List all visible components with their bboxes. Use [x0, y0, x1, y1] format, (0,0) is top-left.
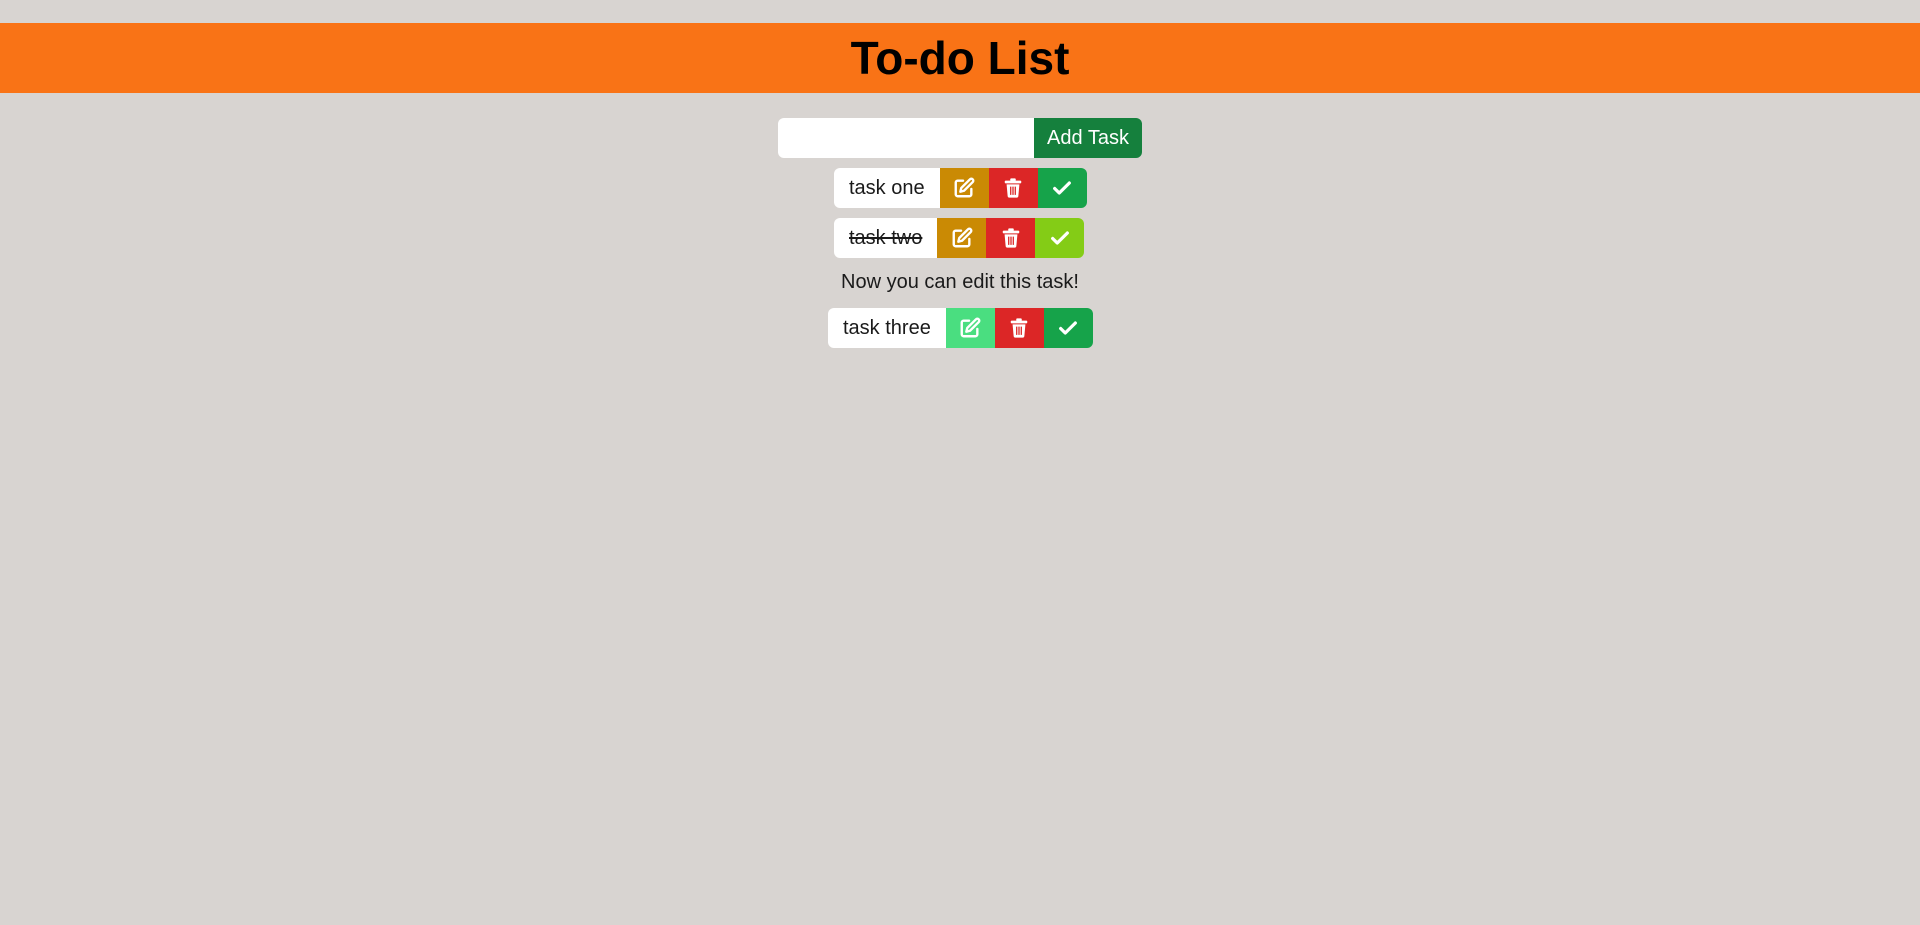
edit-icon [960, 317, 981, 338]
delete-task-button[interactable] [986, 218, 1036, 258]
check-icon [1053, 181, 1072, 195]
edit-task-button[interactable] [937, 218, 987, 258]
app-header: To-do List [0, 23, 1920, 93]
complete-task-button[interactable] [1037, 168, 1087, 208]
new-task-input[interactable] [778, 118, 1034, 158]
task-label: task one [834, 168, 940, 208]
trash-icon [1011, 318, 1028, 338]
trash-icon [1004, 178, 1022, 198]
edit-icon [954, 177, 975, 198]
edit-message: Now you can edit this task! [841, 271, 1079, 293]
add-task-form: Add Task [778, 118, 1142, 158]
task-item: task one [834, 168, 1087, 208]
task-item: task three [828, 308, 1093, 348]
page-title: To-do List [850, 32, 1070, 84]
task-label: task three [828, 308, 946, 348]
delete-task-button[interactable] [994, 308, 1044, 348]
trash-icon [1002, 228, 1020, 248]
edit-icon [952, 227, 973, 248]
add-task-button[interactable]: Add Task [1034, 118, 1142, 158]
task-item: task two [834, 218, 1085, 258]
delete-task-button[interactable] [988, 168, 1038, 208]
task-label: task two [834, 218, 938, 258]
edit-task-button[interactable] [945, 308, 995, 348]
complete-task-button[interactable] [1043, 308, 1093, 348]
complete-task-button[interactable] [1035, 218, 1085, 258]
edit-task-button[interactable] [939, 168, 989, 208]
check-icon [1059, 321, 1078, 335]
check-icon [1050, 231, 1069, 245]
